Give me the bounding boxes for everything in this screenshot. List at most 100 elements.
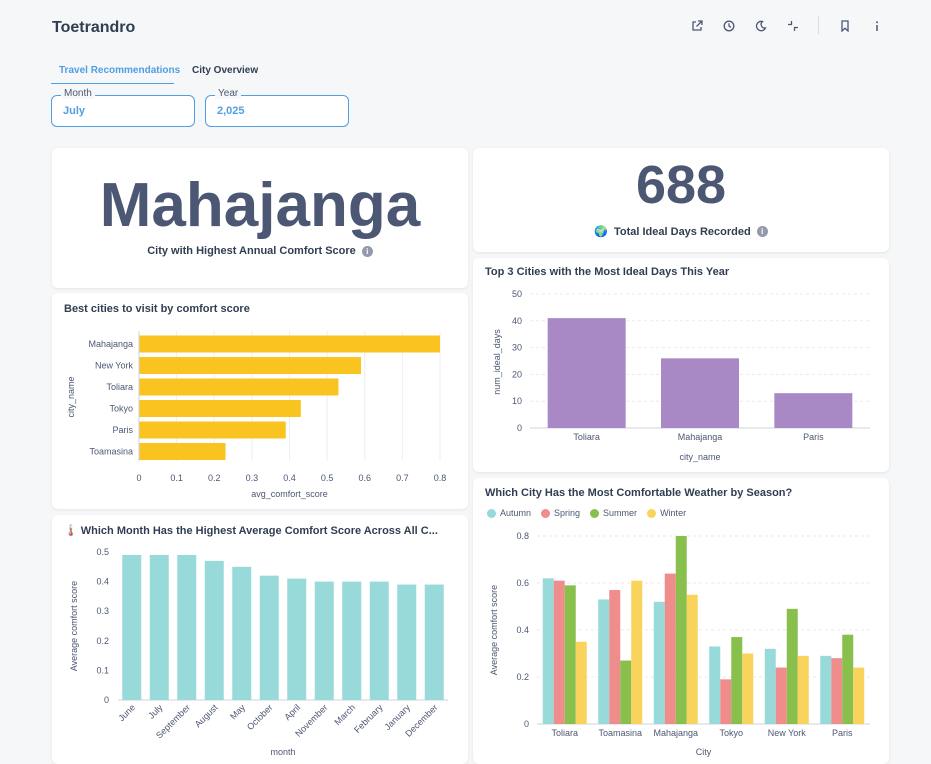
month-comfort-card: 🌡️ Which Month Has the Highest Average C… <box>52 515 468 764</box>
season-comfort-chart: 0 0.2 0.4 0.6 0.8 Toliara Toamasina Mahajanga To… <box>489 531 870 757</box>
bar <box>842 634 854 724</box>
bar <box>287 578 307 700</box>
month-filter-value: July <box>63 105 86 117</box>
bar <box>853 667 865 724</box>
y-tick-label: 0.2 <box>516 672 529 682</box>
y-tick-label: 0.6 <box>516 578 529 588</box>
bar <box>575 641 587 724</box>
ideal-days-caption: 🌍 Total Ideal Days Recorded i <box>473 225 889 238</box>
bar <box>820 655 832 724</box>
x-tick-label: 0.7 <box>396 473 409 483</box>
month-comfort-chart: 00.10.20.30.40.5June JulySeptember August M… <box>69 547 448 757</box>
y-axis-label: num_ideal_days <box>492 329 502 395</box>
x-tick-label: July <box>146 702 165 721</box>
dashboard-title: Toetrandro <box>52 19 136 36</box>
bar <box>742 653 754 724</box>
y-tick-label: Tokyo <box>109 404 133 414</box>
y-tick-label: 0.4 <box>96 577 109 587</box>
bar <box>139 357 361 374</box>
y-tick-label: 0.4 <box>516 625 529 635</box>
bar <box>342 581 362 700</box>
x-tick-label: Toliara <box>573 432 600 442</box>
y-axis-label: city_name <box>66 376 76 417</box>
top3-ideal-days-chart: 0 10 20 30 40 50 Toliara Mahajanga Paris city_nam… <box>492 289 870 462</box>
y-tick-label: 30 <box>512 343 522 353</box>
x-tick-label: 0.3 <box>246 473 259 483</box>
bookmark-icon[interactable] <box>836 17 854 35</box>
y-tick-label: 0 <box>524 719 529 729</box>
moon-icon[interactable] <box>752 17 770 35</box>
top-city-value: Mahajanga <box>99 171 421 240</box>
y-tick-label: 0.2 <box>96 636 109 646</box>
x-tick-label: August <box>193 702 220 729</box>
y-tick-label: 50 <box>512 289 522 299</box>
info-icon[interactable] <box>868 17 886 35</box>
top-city-caption: City with Highest Annual Comfort Score i <box>52 245 468 257</box>
bar <box>139 378 339 396</box>
y-tick-label: 0.5 <box>96 547 109 557</box>
y-tick-label: Toamasina <box>89 447 133 457</box>
x-tick-label: 0.1 <box>170 473 183 483</box>
x-tick-label: 0.2 <box>208 473 221 483</box>
info-icon[interactable]: i <box>361 245 373 257</box>
x-axis-label: city_name <box>679 452 720 462</box>
year-filter[interactable]: Year 2,025 <box>205 88 349 127</box>
minimize-icon[interactable] <box>784 17 802 35</box>
y-tick-label: 0 <box>104 695 109 705</box>
year-filter-value: 2,025 <box>217 105 245 117</box>
bar <box>553 580 565 724</box>
tab-travel-recommendations[interactable]: Travel Recommendations <box>51 60 180 84</box>
comfort-by-city-card: Best cities to visit by comfort score 00… <box>52 293 468 509</box>
bar <box>259 575 279 700</box>
bar <box>232 566 252 700</box>
bar <box>314 581 334 700</box>
y-tick-label: Mahajanga <box>88 339 133 349</box>
bar <box>564 585 576 724</box>
bar <box>122 554 142 700</box>
x-tick-label: Tokyo <box>719 728 743 738</box>
x-tick-label: June <box>116 702 137 723</box>
x-tick-label: March <box>332 702 357 727</box>
x-tick-label: May <box>228 702 247 721</box>
season-comfort-card: Which City Has the Most Comfortable Weat… <box>473 478 889 764</box>
x-tick-label: Mahajanga <box>678 432 723 442</box>
x-tick-label: 0.4 <box>283 473 296 483</box>
x-tick-label: October <box>245 702 275 732</box>
share-icon[interactable] <box>688 17 706 35</box>
bar <box>620 660 632 724</box>
x-tick-label: 0.8 <box>434 473 447 483</box>
top-city-card: Mahajanga City with Highest Annual Comfo… <box>52 148 468 288</box>
bar <box>653 601 665 724</box>
bar <box>369 581 389 700</box>
comfort-by-city-chart: 0 0.1 0.2 0.3 0.4 0.5 0.6 0.7 0.8 Mahajanga New Yo… <box>66 331 447 499</box>
bar <box>675 536 687 724</box>
bar <box>831 658 843 724</box>
toolbar-divider <box>818 16 819 34</box>
x-tick-label: February <box>352 702 385 735</box>
x-tick-label: New York <box>768 728 807 738</box>
bar <box>764 648 776 724</box>
tab-city-overview[interactable]: City Overview <box>192 60 258 84</box>
y-axis-label: Average comfort score <box>69 581 79 671</box>
x-tick-label: 0 <box>136 473 141 483</box>
bar <box>149 554 169 700</box>
bar <box>720 679 732 724</box>
y-tick-label: Paris <box>112 425 133 435</box>
month-filter[interactable]: Month July <box>51 88 195 127</box>
bar <box>542 578 554 724</box>
y-tick-label: 10 <box>512 396 522 406</box>
bar <box>686 594 698 724</box>
bar <box>177 554 197 700</box>
y-tick-label: 0 <box>517 423 522 433</box>
bar <box>664 573 676 724</box>
info-icon[interactable]: i <box>756 226 768 237</box>
x-tick-label: 0.5 <box>321 473 334 483</box>
bar <box>397 584 417 700</box>
bar <box>139 400 301 417</box>
y-axis-label: Average comfort score <box>489 585 499 675</box>
clock-icon[interactable] <box>720 17 738 35</box>
y-tick-label: 0.1 <box>96 665 109 675</box>
x-axis-label: avg_comfort_score <box>251 489 328 499</box>
y-tick-label: 20 <box>512 369 522 379</box>
ideal-days-caption-text: Total Ideal Days Recorded <box>613 225 751 238</box>
